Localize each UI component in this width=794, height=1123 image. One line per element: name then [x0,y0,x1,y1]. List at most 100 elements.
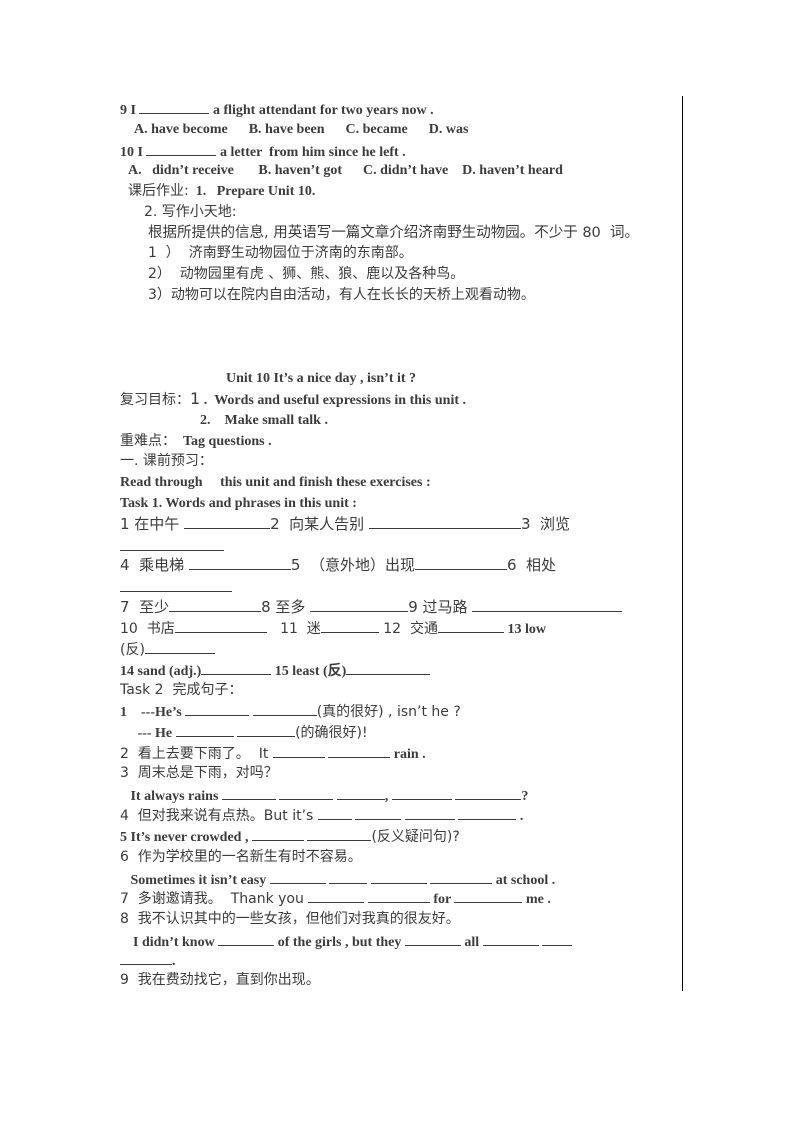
sentence-text: --- He [120,726,176,741]
answer-blank[interactable] [320,619,379,633]
task2-item-9: 9 我在费劲找它，直到你出现。 [120,972,320,988]
answer-blank[interactable] [404,806,455,820]
answer-blank[interactable] [174,619,267,633]
answer-blank[interactable] [454,889,523,903]
sentence-text: (真的很好) , isn’t he ? [316,704,461,720]
sentence-text: . [516,809,524,824]
task2-item-8c: . [120,951,176,971]
writing-title: 2. 写作小天地: [144,204,237,220]
task1-title: Task 1. Words and phrases in this unit : [120,496,357,511]
writing-point-3: 3）动物可以在院内自由活动，有人在长长的天桥上观看动物。 [148,287,535,303]
answer-blank[interactable] [404,932,461,946]
review-goals: 复习目标：1 . Words and useful expressions in… [120,390,466,410]
task2-item-8b: I didn’t know of the girls , but they al… [126,932,573,952]
key-label: 重难点： [120,433,176,449]
answer-blank[interactable] [139,100,210,114]
sentence-text: (的确很好)! [295,725,368,741]
task2-title: Task 2 完成句子： [120,681,242,700]
answer-blank[interactable] [251,827,304,841]
answer-blank[interactable] [144,640,215,654]
key-value: Tag questions . [176,434,272,449]
answer-blank[interactable] [310,598,409,612]
answer-blank[interactable] [542,932,573,946]
task1-item-2: 2 向某人告别 [270,515,369,533]
answer-blank[interactable] [120,951,172,965]
task1-item-4: 4 乘电梯 [120,556,189,574]
q9-suffix: a flight attendant for two years now . [209,103,434,118]
task1-line-1b [120,537,224,557]
question-10-options: A. didn’t receive B. haven’t got C. didn… [128,163,563,178]
answer-blank[interactable] [430,870,493,884]
task1-line-1: 1 在中午 2 向某人告别 3 浏览 [120,515,570,533]
answer-blank[interactable] [185,702,250,716]
task1-item-1: 1 在中午 [120,515,185,533]
task1-item-6: 6 相处 [506,556,557,574]
answer-blank[interactable] [336,786,385,800]
task1-item-14: 14 sand (adj.) [120,664,202,679]
sentence-text: all [460,935,483,950]
answer-blank[interactable] [370,870,427,884]
task2-item-3b: It always rains , ? [120,786,529,806]
answer-blank[interactable] [279,786,334,800]
task2-item-6: 6 作为学校里的一名新生有时不容易。 [120,849,362,865]
answer-blank[interactable] [272,744,325,758]
sentence-text: 7 多谢邀请我。 Thank you [120,891,309,907]
answer-blank[interactable] [218,932,275,946]
sentence-text: (反义疑问句)? [371,829,460,845]
answer-blank[interactable] [184,515,271,529]
answer-blank[interactable] [169,598,262,612]
answer-blank[interactable] [221,786,276,800]
task1-line-3: 7 至少 8 至多 9 过马路 [120,598,623,616]
answer-blank[interactable] [120,537,224,551]
question-9-options: A. have become B. have been C. became D.… [134,122,469,137]
task1-item-7: 7 至少 [120,598,170,616]
sentence-text: at school . [492,873,556,888]
answer-blank[interactable] [120,578,232,592]
answer-blank[interactable] [355,806,402,820]
sentence-text: , [384,789,392,804]
task1-item-15: 15 least (反) [271,664,347,679]
answer-blank[interactable] [307,827,372,841]
read-through-instruction: Read through this unit and finish these … [120,475,431,490]
task2-item-2: 2 看上去要下雨了。 It rain . [120,744,426,764]
answer-blank[interactable] [329,870,368,884]
task2-item-1: 1 ---He’s (真的很好) , isn’t he ? [120,702,461,722]
answer-blank[interactable] [252,702,317,716]
task2-item-1b: --- He (的确很好)! [120,723,368,743]
unit-title: Unit 10 It’s a nice day , isn’t it ? [226,371,417,386]
answer-blank[interactable] [482,932,539,946]
answer-blank[interactable] [308,889,365,903]
answer-blank[interactable] [269,870,326,884]
answer-blank[interactable] [437,619,504,633]
answer-blank[interactable] [458,806,517,820]
task2-item-8: 8 我不认识其中的一些女孩，但他们对我真的很友好。 [120,911,460,927]
writing-instruction: 根据所提供的信息, 用英语写一篇文章介绍济南野生动物园。不少于 80 词。 [148,225,639,241]
answer-blank[interactable] [414,556,507,570]
key-points: 重难点： Tag questions . [120,432,272,451]
sentence-text: 2 看上去要下雨了。 It [120,746,273,762]
sentence-text: . [172,954,176,969]
answer-blank[interactable] [328,744,391,758]
homework-item-1: 1. Prepare Unit 10. [188,184,316,199]
writing-point-2: 2） 动物园里有虎 、狮、熊、狼、鹿以及各种鸟。 [148,266,465,282]
question-10: 10 I a letter from him since he left . [120,142,406,162]
task1-line-6: 14 sand (adj.) 15 least (反) [120,661,431,681]
answer-blank[interactable] [367,889,430,903]
answer-blank[interactable] [237,723,296,737]
answer-blank[interactable] [188,556,291,570]
homework-line: 课后作业: 1. Prepare Unit 10. [128,182,315,201]
question-9: 9 I a flight attendant for two years now… [120,100,434,120]
answer-blank[interactable] [455,786,522,800]
answer-blank[interactable] [391,786,452,800]
answer-blank[interactable] [346,661,431,675]
answer-blank[interactable] [317,806,352,820]
answer-blank[interactable] [472,598,623,612]
answer-blank[interactable] [201,661,272,675]
answer-blank[interactable] [146,142,217,156]
task1-line-2b [120,578,232,598]
task1-item-5: 5 （意外地）出现 [290,556,415,574]
answer-blank[interactable] [368,515,521,529]
answer-blank[interactable] [175,723,234,737]
writing-point-1: 1 ） 济南野生动物园位于济南的东南部。 [148,245,413,261]
goal-1: . Words and useful expressions in this u… [200,393,467,408]
